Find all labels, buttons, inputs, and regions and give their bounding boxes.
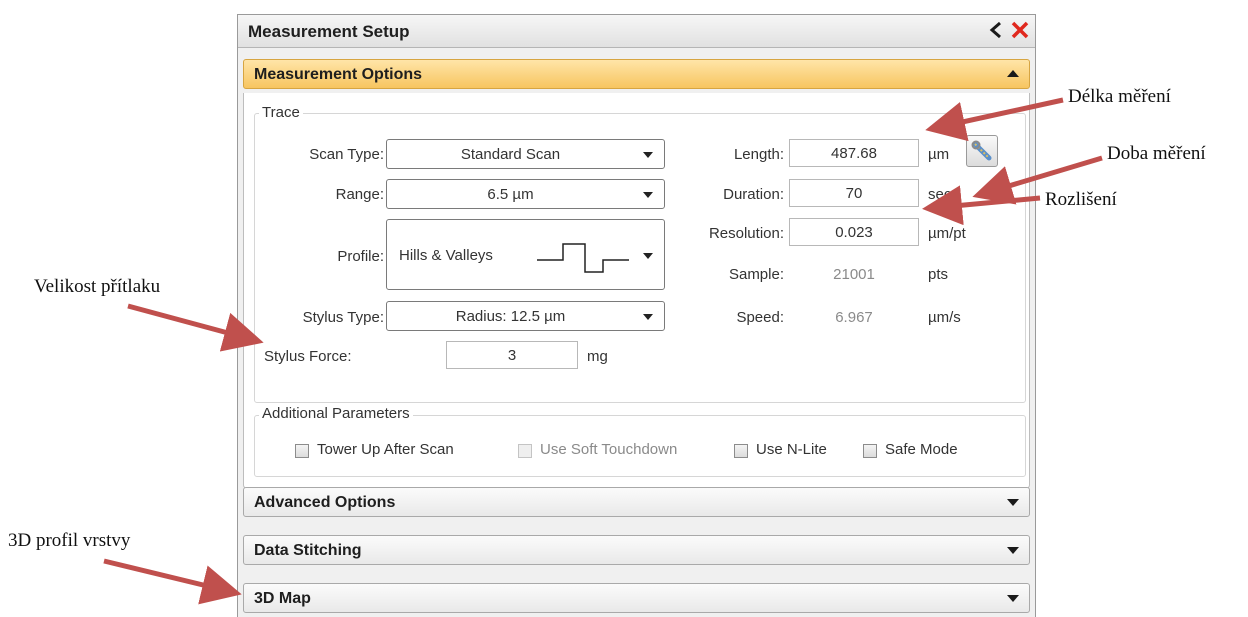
- chevron-left-icon[interactable]: [986, 19, 1006, 41]
- chevron-down-icon: [1007, 595, 1019, 602]
- tower-up-checkbox[interactable]: [295, 444, 309, 458]
- section-label: Data Stitching: [254, 542, 362, 559]
- resolution-input[interactable]: [789, 218, 919, 246]
- measurement-setup-window: Measurement Setup Measurement Options Tr…: [237, 14, 1036, 617]
- section-advanced-options[interactable]: Advanced Options: [243, 487, 1030, 517]
- duration-label: Duration:: [723, 186, 784, 203]
- arrow-3d-profil: [103, 558, 242, 605]
- dropdown-arrow-icon: [643, 253, 653, 259]
- arrow-velikost: [127, 303, 264, 352]
- range-select[interactable]: 6.5 µm: [386, 179, 665, 209]
- range-label: Range:: [335, 186, 384, 203]
- stylus-force-label: Stylus Force:: [264, 348, 352, 365]
- trace-legend: Trace: [259, 104, 303, 121]
- resolution-label: Resolution:: [708, 225, 784, 242]
- speed-unit: µm/s: [928, 309, 961, 326]
- stylus-type-select[interactable]: Radius: 12.5 µm: [386, 301, 665, 331]
- n-lite-checkbox[interactable]: [734, 444, 748, 458]
- profile-value: Hills & Valleys: [399, 247, 493, 264]
- annotation-rozliseni: Rozlišení: [1045, 189, 1117, 210]
- range-value: 6.5 µm: [487, 186, 534, 203]
- soft-touchdown-label[interactable]: Use Soft Touchdown: [540, 441, 677, 458]
- length-unit: µm: [928, 146, 950, 163]
- length-input[interactable]: [789, 139, 919, 167]
- profile-label: Profile:: [337, 248, 384, 265]
- section-label: 3D Map: [254, 590, 311, 607]
- speed-label: Speed:: [736, 309, 784, 326]
- annotation-3d-profil-vrstvy: 3D profil vrstvy: [8, 530, 131, 551]
- speed-value: 6.967: [835, 309, 873, 326]
- scan-type-value: Standard Scan: [460, 146, 561, 163]
- chevron-down-icon: [1007, 499, 1019, 506]
- profile-select[interactable]: Hills & Valleys: [386, 219, 665, 290]
- duration-unit: sec: [928, 186, 952, 203]
- duration-input[interactable]: [789, 179, 919, 207]
- title-bar: Measurement Setup: [238, 15, 1035, 48]
- annotation-doba-mereni: Doba měření: [1107, 143, 1206, 164]
- sample-label: Sample:: [728, 266, 784, 283]
- length-label: Length:: [733, 146, 784, 163]
- annotation-velikost-pritlaku: Velikost přítlaku: [34, 276, 161, 297]
- dropdown-arrow-icon: [643, 192, 653, 198]
- scan-type-select[interactable]: Standard Scan: [386, 139, 665, 169]
- hills-valleys-profile-icon: [537, 243, 629, 273]
- tower-up-label[interactable]: Tower Up After Scan: [317, 441, 454, 458]
- annotation-delka-mereni: Délka měření: [1068, 86, 1171, 107]
- wrench-icon: [971, 140, 992, 161]
- section-label: Measurement Options: [254, 66, 423, 83]
- stylus-type-value: Radius: 12.5 µm: [455, 308, 566, 325]
- section-data-stitching[interactable]: Data Stitching: [243, 535, 1030, 565]
- chevron-up-icon: [1007, 70, 1019, 77]
- window-title: Measurement Setup: [248, 22, 410, 41]
- chevron-down-icon: [1007, 547, 1019, 554]
- measurement-options-body: Trace Scan Type: Standard Scan Range: 6.…: [243, 93, 1030, 489]
- section-measurement-options[interactable]: Measurement Options: [243, 59, 1030, 89]
- resolution-unit: µm/pt: [928, 225, 966, 242]
- section-3d-map[interactable]: 3D Map: [243, 583, 1030, 613]
- dropdown-arrow-icon: [643, 314, 653, 320]
- scan-type-label: Scan Type:: [309, 146, 384, 163]
- stylus-type-label: Stylus Type:: [302, 309, 384, 326]
- stylus-force-input[interactable]: [446, 341, 578, 369]
- sample-value: 21001: [833, 266, 875, 283]
- stylus-force-unit: mg: [587, 348, 608, 365]
- additional-parameters-legend: Additional Parameters: [259, 405, 413, 422]
- soft-touchdown-checkbox[interactable]: [518, 444, 532, 458]
- sample-unit: pts: [928, 266, 949, 283]
- dropdown-arrow-icon: [643, 152, 653, 158]
- close-icon[interactable]: [1009, 19, 1031, 41]
- safe-mode-checkbox[interactable]: [863, 444, 877, 458]
- length-tool-button[interactable]: [966, 135, 998, 167]
- section-label: Advanced Options: [254, 494, 396, 511]
- n-lite-label[interactable]: Use N-Lite: [756, 441, 827, 458]
- safe-mode-label[interactable]: Safe Mode: [885, 441, 958, 458]
